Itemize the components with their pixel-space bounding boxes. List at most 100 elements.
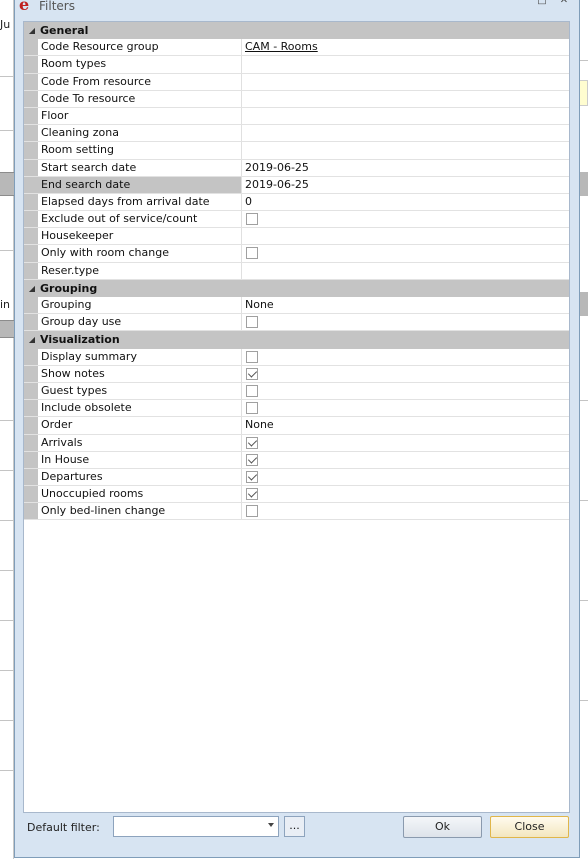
- property-row[interactable]: Reser.type: [24, 262, 569, 280]
- property-name[interactable]: Include obsolete: [38, 400, 242, 417]
- close-icon[interactable]: ✕: [557, 0, 571, 7]
- property-row[interactable]: Only with room change: [24, 245, 569, 263]
- property-name[interactable]: Code From resource: [38, 73, 242, 90]
- checkbox[interactable]: [246, 436, 258, 449]
- property-value-link[interactable]: CAM - Rooms: [242, 39, 569, 55]
- checkbox[interactable]: [246, 488, 258, 501]
- property-name[interactable]: Exclude out of service/count: [38, 211, 242, 228]
- property-value[interactable]: [242, 74, 569, 90]
- checkbox[interactable]: [246, 367, 258, 380]
- property-row[interactable]: End search date 2019-06-25: [24, 176, 569, 194]
- property-value[interactable]: [242, 56, 569, 72]
- property-checkbox-cell[interactable]: [242, 503, 569, 519]
- property-value[interactable]: [242, 108, 569, 124]
- property-checkbox-cell[interactable]: [242, 366, 569, 382]
- property-row[interactable]: Guest types: [24, 382, 569, 401]
- property-name[interactable]: Only bed-linen change: [38, 503, 242, 520]
- property-checkbox-cell[interactable]: [242, 400, 569, 416]
- property-name[interactable]: In House: [38, 451, 242, 468]
- property-checkbox-cell[interactable]: [242, 211, 569, 227]
- property-row[interactable]: Room setting: [24, 142, 569, 160]
- property-row[interactable]: Housekeeper: [24, 228, 569, 246]
- property-checkbox-cell[interactable]: [242, 349, 569, 365]
- property-checkbox-cell[interactable]: [242, 314, 569, 330]
- maximize-icon[interactable]: □: [535, 0, 549, 7]
- property-name[interactable]: Order: [38, 417, 242, 434]
- property-checkbox-cell[interactable]: [242, 486, 569, 502]
- property-row[interactable]: Exclude out of service/count: [24, 211, 569, 229]
- property-name[interactable]: Only with room change: [38, 245, 242, 262]
- property-row[interactable]: Departures: [24, 468, 569, 487]
- property-checkbox-cell[interactable]: [242, 245, 569, 261]
- property-value[interactable]: 2019-06-25: [242, 160, 569, 176]
- dropdown-arrow-icon[interactable]: [268, 823, 274, 827]
- category-grouping[interactable]: ◢ Grouping: [24, 279, 569, 297]
- property-checkbox-cell[interactable]: [242, 452, 569, 468]
- property-name[interactable]: Reser.type: [38, 262, 242, 279]
- property-name[interactable]: Display summary: [38, 348, 242, 365]
- property-row[interactable]: Unoccupied rooms: [24, 486, 569, 504]
- property-name[interactable]: Housekeeper: [38, 228, 242, 245]
- property-name[interactable]: Code To resource: [38, 90, 242, 107]
- property-name[interactable]: Unoccupied rooms: [38, 486, 242, 503]
- property-row[interactable]: Elapsed days from arrival date 0: [24, 193, 569, 212]
- property-name[interactable]: Code Resource group: [38, 39, 242, 56]
- property-name[interactable]: Room setting: [38, 142, 242, 159]
- checkbox[interactable]: [246, 402, 258, 415]
- property-checkbox-cell[interactable]: [242, 383, 569, 399]
- property-row[interactable]: Room types: [24, 56, 569, 74]
- property-row[interactable]: Start search date 2019-06-25: [24, 159, 569, 177]
- minimize-icon[interactable]: ─: [513, 0, 527, 7]
- checkbox[interactable]: [246, 505, 258, 518]
- close-button[interactable]: Close: [490, 816, 569, 838]
- property-name[interactable]: Group day use: [38, 314, 242, 331]
- checkbox[interactable]: [246, 384, 258, 397]
- property-row[interactable]: Order None: [24, 417, 569, 435]
- property-row[interactable]: Only bed-linen change: [24, 503, 569, 521]
- property-name[interactable]: Guest types: [38, 382, 242, 400]
- checkbox[interactable]: [246, 316, 258, 329]
- property-value[interactable]: None: [242, 417, 569, 433]
- property-name[interactable]: Arrivals: [38, 434, 242, 451]
- property-value[interactable]: 0: [242, 194, 569, 210]
- property-value[interactable]: [242, 91, 569, 107]
- property-row[interactable]: Code Resource group CAM - Rooms: [24, 39, 569, 57]
- property-name[interactable]: Departures: [38, 468, 242, 486]
- property-name[interactable]: End search date: [38, 176, 242, 193]
- ok-button[interactable]: Ok: [403, 816, 482, 838]
- property-value[interactable]: None: [242, 297, 569, 313]
- property-name[interactable]: Start search date: [38, 159, 242, 176]
- default-filter-combobox[interactable]: [113, 816, 279, 837]
- title-bar[interactable]: e Filters ─ □ ✕: [15, 0, 579, 15]
- collapse-triangle-icon[interactable]: ◢: [24, 284, 40, 293]
- checkbox[interactable]: [246, 470, 258, 483]
- collapse-triangle-icon[interactable]: ◢: [24, 335, 40, 344]
- property-row[interactable]: Grouping None: [24, 297, 569, 315]
- checkbox[interactable]: [246, 350, 258, 363]
- property-value[interactable]: [242, 228, 569, 244]
- property-row[interactable]: Show notes: [24, 365, 569, 383]
- property-row[interactable]: Include obsolete: [24, 400, 569, 418]
- property-row[interactable]: Code From resource: [24, 73, 569, 91]
- property-checkbox-cell[interactable]: [242, 435, 569, 451]
- checkbox[interactable]: [246, 247, 258, 260]
- property-value[interactable]: [242, 125, 569, 141]
- checkbox[interactable]: [246, 453, 258, 466]
- collapse-triangle-icon[interactable]: ◢: [24, 26, 40, 35]
- property-name[interactable]: Grouping: [38, 297, 242, 314]
- default-filter-more-button[interactable]: ...: [284, 816, 305, 837]
- checkbox[interactable]: [246, 213, 258, 226]
- property-value[interactable]: 2019-06-25: [242, 177, 569, 193]
- property-name[interactable]: Cleaning zona: [38, 125, 242, 142]
- property-row[interactable]: Code To resource: [24, 90, 569, 108]
- property-row[interactable]: Floor: [24, 107, 569, 126]
- property-row[interactable]: Group day use: [24, 314, 569, 332]
- category-visualization[interactable]: ◢ Visualization: [24, 331, 569, 349]
- property-row[interactable]: Display summary: [24, 348, 569, 366]
- property-value[interactable]: [242, 263, 569, 279]
- property-row[interactable]: Arrivals: [24, 434, 569, 452]
- category-general[interactable]: ◢ General: [24, 22, 569, 40]
- property-checkbox-cell[interactable]: [242, 469, 569, 485]
- property-name[interactable]: Room types: [38, 56, 242, 73]
- property-row[interactable]: Cleaning zona: [24, 125, 569, 143]
